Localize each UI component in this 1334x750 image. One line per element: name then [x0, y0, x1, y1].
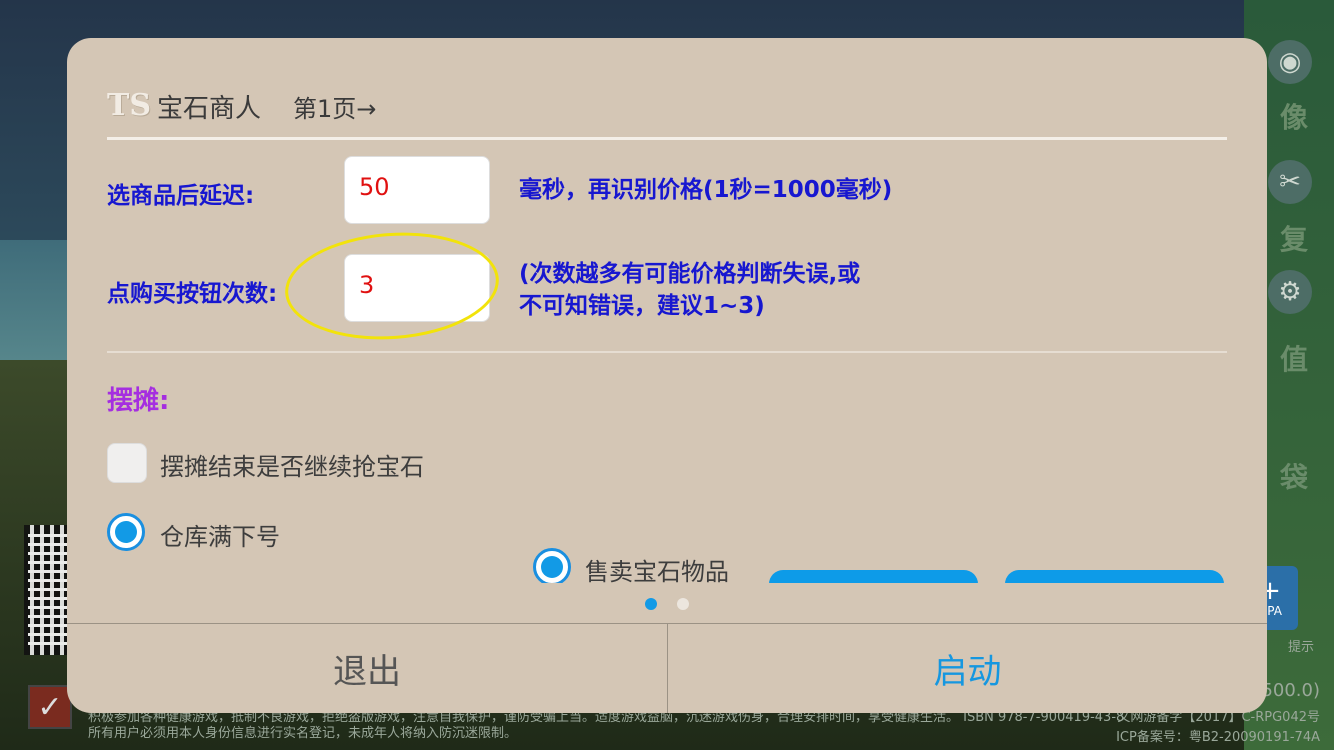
side-label-4[interactable]: 袋 — [1280, 456, 1308, 496]
ts-logo: TS — [107, 88, 151, 123]
footer-icp: ICP备案号：粤B2-20090191-74A — [1116, 730, 1320, 745]
dialog-header: TS 宝石商人 第1页→ — [107, 86, 376, 126]
delay-input[interactable]: 50 — [344, 156, 490, 224]
page-dot-active[interactable] — [645, 598, 657, 610]
sell-option-label[interactable]: 售卖宝石物品 — [585, 552, 729, 587]
dpa-caption: 提示 — [1287, 640, 1314, 655]
warehouse-radio[interactable] — [107, 513, 145, 551]
side-label-2[interactable]: 复 — [1280, 218, 1308, 258]
section-divider — [107, 351, 1227, 353]
dialog-title: 宝石商人 — [157, 93, 262, 124]
camera-icon[interactable]: ◉ — [1268, 40, 1312, 84]
sell-radio[interactable] — [533, 548, 571, 586]
page-indicator[interactable]: 第1页→ — [293, 89, 376, 124]
header-divider — [107, 137, 1227, 140]
page-dot-inactive[interactable] — [677, 598, 689, 610]
warehouse-option-label[interactable]: 仓库满下号 — [160, 517, 280, 552]
delay-label: 选商品后延迟: — [107, 183, 255, 209]
continue-checkbox[interactable] — [107, 443, 147, 483]
checkmark-icon: ✓ — [37, 689, 63, 725]
section-title-stall: 摆摊: — [107, 386, 170, 416]
scroll-clip — [67, 583, 1267, 623]
exit-button[interactable]: 退出 — [67, 624, 667, 713]
gear-icon[interactable]: ⚙ — [1268, 270, 1312, 314]
side-label-1[interactable]: 像 — [1280, 96, 1308, 136]
clicks-hint-line2: 不可知错误，建议1~3) — [519, 293, 765, 319]
tools-icon[interactable]: ✂ — [1268, 160, 1312, 204]
start-button[interactable]: 启动 — [668, 624, 1267, 713]
clicks-label: 点购买按钮次数: — [107, 281, 278, 307]
settings-dialog: TS 宝石商人 第1页→ 选商品后延迟: 50 毫秒，再识别价格(1秒=1000… — [67, 38, 1267, 713]
clicks-hint-line1: (次数越多有可能价格判断失误,或 — [519, 261, 861, 287]
agree-checkbox[interactable]: ✓ — [28, 685, 72, 729]
qr-code — [24, 525, 72, 655]
delay-hint: 毫秒，再识别价格(1秒=1000毫秒) — [519, 177, 893, 203]
footer-right-top: 500.0) — [1261, 680, 1320, 701]
continue-option-label[interactable]: 摆摊结束是否继续抢宝石 — [160, 447, 424, 482]
side-label-3[interactable]: 值 — [1280, 338, 1308, 378]
yellow-highlight-circle — [281, 225, 503, 347]
footer-notice-2: 所有用户必须用本人身份信息进行实名登记，未成年人将纳入防沉迷限制。 — [88, 726, 518, 741]
